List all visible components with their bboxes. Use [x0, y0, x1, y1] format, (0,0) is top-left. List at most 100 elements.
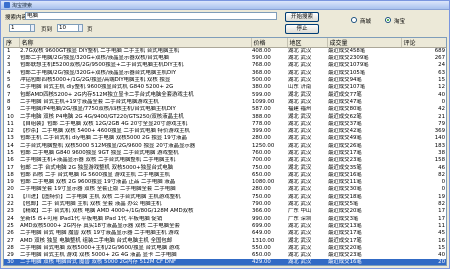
stop-button[interactable]: 停止: [285, 24, 319, 34]
table-row[interactable]: 27 AMD 双核 独显 电脑整机 组装二手电脑 台式电脑主机 全国包邮 1310.…: [4, 237, 446, 244]
table-row[interactable]: 18 包邮 四核 二手 台式电脑 IG 5600独显 游戏主机 二手电脑主机 650…: [4, 171, 446, 179]
row-index-cell: 10: [7, 113, 14, 120]
region-cell: 湖北 武汉: [287, 259, 327, 265]
row-index-cell: 7: [7, 91, 11, 98]
region-cell: 福建 福州: [288, 106, 312, 113]
product-name-cell: 二手电脑 双核 电脑台式 魔兽 双核 5000 2G内存 512M CF DNF: [19, 259, 251, 265]
row-index-cell: 26: [7, 230, 14, 237]
keyword-input[interactable]: 电脑: [25, 12, 277, 20]
price-cell: 750.00: [252, 164, 271, 171]
comment-count-cell: 0: [441, 98, 445, 105]
comment-count-cell: 63: [438, 69, 445, 76]
table-row[interactable]: 15 包邮 二手电脑 G840 9600独显 9GT 独显 二手台式电脑 游戏整机…: [4, 150, 446, 157]
product-name-cell: 包邮主机 二手台式机 diy电脑 二手电脑 双核5000 2G 独显 19寸液晶: [20, 135, 187, 142]
price-cell: 388.00: [252, 113, 271, 120]
table-row[interactable]: 12 【秒杀】二手电脑 双核 5400+ 4600独显 二手台式电脑 特价游戏主机…: [4, 128, 446, 135]
table-row[interactable]: 17 包邮 二手 台式电脑 2G 独显游戏整机 双核5000+独显台式电脑 750.…: [4, 164, 446, 171]
sales-volume-cell: 最近成交20笔: [328, 208, 362, 215]
row-index-cell: 13: [7, 135, 14, 142]
comment-count-cell: 15: [438, 77, 445, 84]
region-cell: 湖北 武汉: [288, 69, 312, 76]
product-name-cell: 【川进】【图特价】二手电脑 主机 双核 二手台式电脑 主机游戏整机: [20, 193, 181, 200]
row-index-cell: 8: [7, 98, 11, 105]
table-row[interactable]: 19 包邮 二手电脑 双核 2G 9600独显 19寸液晶 正品 二手电脑 液晶 1…: [4, 179, 446, 186]
sales-volume-cell: 最近成交23笔: [328, 252, 362, 259]
row-index-cell: 19: [7, 179, 14, 186]
table-row[interactable]: 21 【川进】【图特价】二手电脑 主机 双核 二手台式电脑 主机游戏整机 750.0…: [4, 193, 446, 201]
table-row[interactable]: 11 【自组装】包邮 二手电脑 双核 12G/2GB 4G 20寸全显20寸游戏主…: [4, 121, 446, 128]
col-index-header[interactable]: 序: [4, 38, 20, 48]
comment-count-cell: 17: [438, 208, 445, 215]
table-row[interactable]: 10 二手电脑 双核 P4电脑 2G 4G/9400/GT220/GTS250/双…: [4, 113, 446, 120]
table-row[interactable]: 22 【包邮】二手 台式电脑 主机 双核 全套 液晶 办公 电脑主机 790.00 湖…: [4, 201, 446, 208]
col-price-header[interactable]: 价格: [251, 38, 288, 48]
page-from-value: 1: [11, 25, 15, 31]
region-cell: 湖北 武汉: [288, 237, 312, 244]
comment-count-cell: 42: [438, 106, 445, 113]
table-row[interactable]: 14 二手台式电脑整机 双核5000 512M独显/2G/9600 独显 20寸液…: [4, 142, 446, 150]
row-index-cell: 6: [7, 84, 11, 91]
col-sales-header[interactable]: 成交量: [327, 38, 402, 48]
product-name-cell: 二手电脑 台式主机 diy整机 9600独显台式机 G840 5200+ 2G: [20, 84, 174, 91]
table-row[interactable]: 6 二手电脑 台式主机 diy整机 9600独显台式机 G840 5200+ 2G…: [4, 84, 446, 91]
page-from-spinner[interactable]: 1: [9, 24, 35, 32]
price-cell: 590.00: [252, 55, 271, 62]
taobao-radio[interactable]: [385, 17, 391, 23]
region-cell: 湖北 武汉: [288, 164, 312, 171]
main-window: 淘宝搜索 搜索内容 电脑 1 页到 10 页 开始搜索 停止 商城 淘宝 序名称…: [0, 0, 450, 269]
region-cell: 湖北 武汉: [288, 193, 312, 200]
region-cell: 广东 深圳: [288, 215, 312, 222]
table-header: 序名称 价格 地区 成交量 评论: [4, 38, 446, 48]
product-name-cell: 2.7G双核 9600GT独显 DIY整机 二手电脑 二手主机 台式电脑主机: [20, 48, 180, 54]
table-row[interactable]: 23 【精致】二手 台式机 双核 电脑 AMD 4000+/1G/80G/128M…: [4, 208, 446, 215]
sales-volume-cell: 最近成交26笔: [328, 142, 362, 149]
start-search-button[interactable]: 开始搜索: [285, 12, 319, 22]
sales-volume-cell: 最近成交35笔: [328, 164, 362, 171]
row-index-cell: 12: [7, 128, 14, 135]
table-row[interactable]: 8 二手电脑 台式主机+19寸液晶全套 二手台式电脑游戏主机 1099.00 湖北 武…: [4, 98, 446, 106]
table-row[interactable]: 29 二手电脑 台式主机 游戏 双核 5000+ 2G 4G 液晶 显卡 二手电脑…: [4, 252, 446, 259]
page-from-spin-arrows-icon[interactable]: [30, 25, 34, 31]
page-to-spinner[interactable]: 10: [57, 24, 83, 32]
col-comments-header[interactable]: 评论: [401, 38, 446, 48]
table-row[interactable]: 25 AMD双核5000+ 2G内存 真实18寸液晶显示器 双核 二手电脑全套 69…: [4, 222, 446, 230]
table-row[interactable]: 7 包邮AMD四核5200+ 2G内存512M独立显卡二手台式电脑全套游戏主机 59…: [4, 91, 446, 98]
results-table[interactable]: 序名称 价格 地区 成交量 评论 1 2.7G双核 9600GT独显 DIY整机 二手电脑…: [3, 37, 447, 266]
table-row[interactable]: 2 包邮二手电脑/2G/独显/320G+双核/液晶显示器双核/台式电脑 590.00…: [4, 55, 446, 62]
sales-volume-cell: 最近成交105笔: [328, 69, 366, 76]
comment-count-cell: 0: [441, 186, 445, 193]
price-cell: 700.00: [252, 157, 271, 164]
table-row[interactable]: 13 包邮主机 二手台式机 diy电脑 二手电脑 双核5000 2G 独显 19寸…: [4, 135, 446, 142]
table-row[interactable]: 3 包邮联想主机E5200双核/2G/9500独显+二手台式电脑主机DIY主机 76…: [4, 62, 446, 69]
region-cell: 湖北 武汉: [288, 230, 312, 237]
table-row[interactable]: 4 包邮二手电脑/2G/独显/320G+双核/液晶显示器台式电脑主机DIY 368.…: [4, 69, 446, 77]
comment-count-cell: 11: [438, 222, 445, 229]
row-index-cell: 18: [7, 171, 14, 178]
table-row[interactable]: 30 二手电脑 双核 电脑台式 魔兽 双核 5000 2G内存 512M CF D…: [4, 259, 446, 265]
comment-count-cell: 82: [438, 171, 445, 178]
col-name-header[interactable]: 名称: [19, 38, 252, 48]
price-cell: 1310.00: [252, 237, 275, 244]
col-region-header[interactable]: 地区: [287, 38, 328, 48]
region-cell: 湖北 武汉: [288, 77, 312, 84]
row-index-cell: 5: [7, 77, 11, 84]
sales-volume-cell: 最近成交62笔: [328, 113, 362, 120]
table-row[interactable]: 26 二手电脑 台式 电脑 魔兽 双核 19寸液晶显示器 二手电脑主机 游戏 649…: [4, 230, 446, 237]
sales-volume-cell: 最近成交42笔: [328, 128, 362, 135]
table-row[interactable]: 28 二手电脑 台式电脑 双核5000+主机/2G/9600/独显 台式电脑 游戏…: [4, 245, 446, 252]
mall-radio[interactable]: [351, 17, 357, 23]
page-to-spin-arrows-icon[interactable]: [78, 25, 82, 31]
table-row[interactable]: 16 二手电脑主机+液晶显示器 双核 二手台式电脑整机 二手电脑主机 700.00 湖…: [4, 157, 446, 164]
table-row[interactable]: 1 2.7G双核 9600GT独显 DIY整机 二手电脑 二手主机 台式电脑主机 4…: [4, 48, 446, 56]
price-cell: 760.00: [252, 150, 271, 156]
table-row[interactable]: 20 二手电脑全套 19寸显示器 双核 全套正版 二手电脑全套 二手电脑 280.0…: [4, 186, 446, 193]
table-row[interactable]: 9 二手电脑/P4电脑/2G/独显/7750双核/四核主机/台式电脑主机DIY 58…: [4, 106, 446, 113]
sales-volume-cell: 最近成交49笔: [328, 135, 362, 142]
sales-volume-cell: 最近成交1079笔: [328, 62, 369, 69]
price-cell: 366.00: [252, 208, 271, 215]
table-row[interactable]: 24 全新I5 i5+可用 IPad1代 平板电脑 IPad 1代 平板电脑 促销…: [4, 215, 446, 223]
sales-volume-cell: 最近成交30笔: [328, 186, 362, 193]
table-row[interactable]: 5 冲钻包邮四核5000+/1G/2G/独显/高端DIY电脑主机 双核 独显 500…: [4, 77, 446, 84]
price-cell: 399.00: [252, 128, 271, 135]
comment-count-cell: 40: [438, 252, 445, 259]
